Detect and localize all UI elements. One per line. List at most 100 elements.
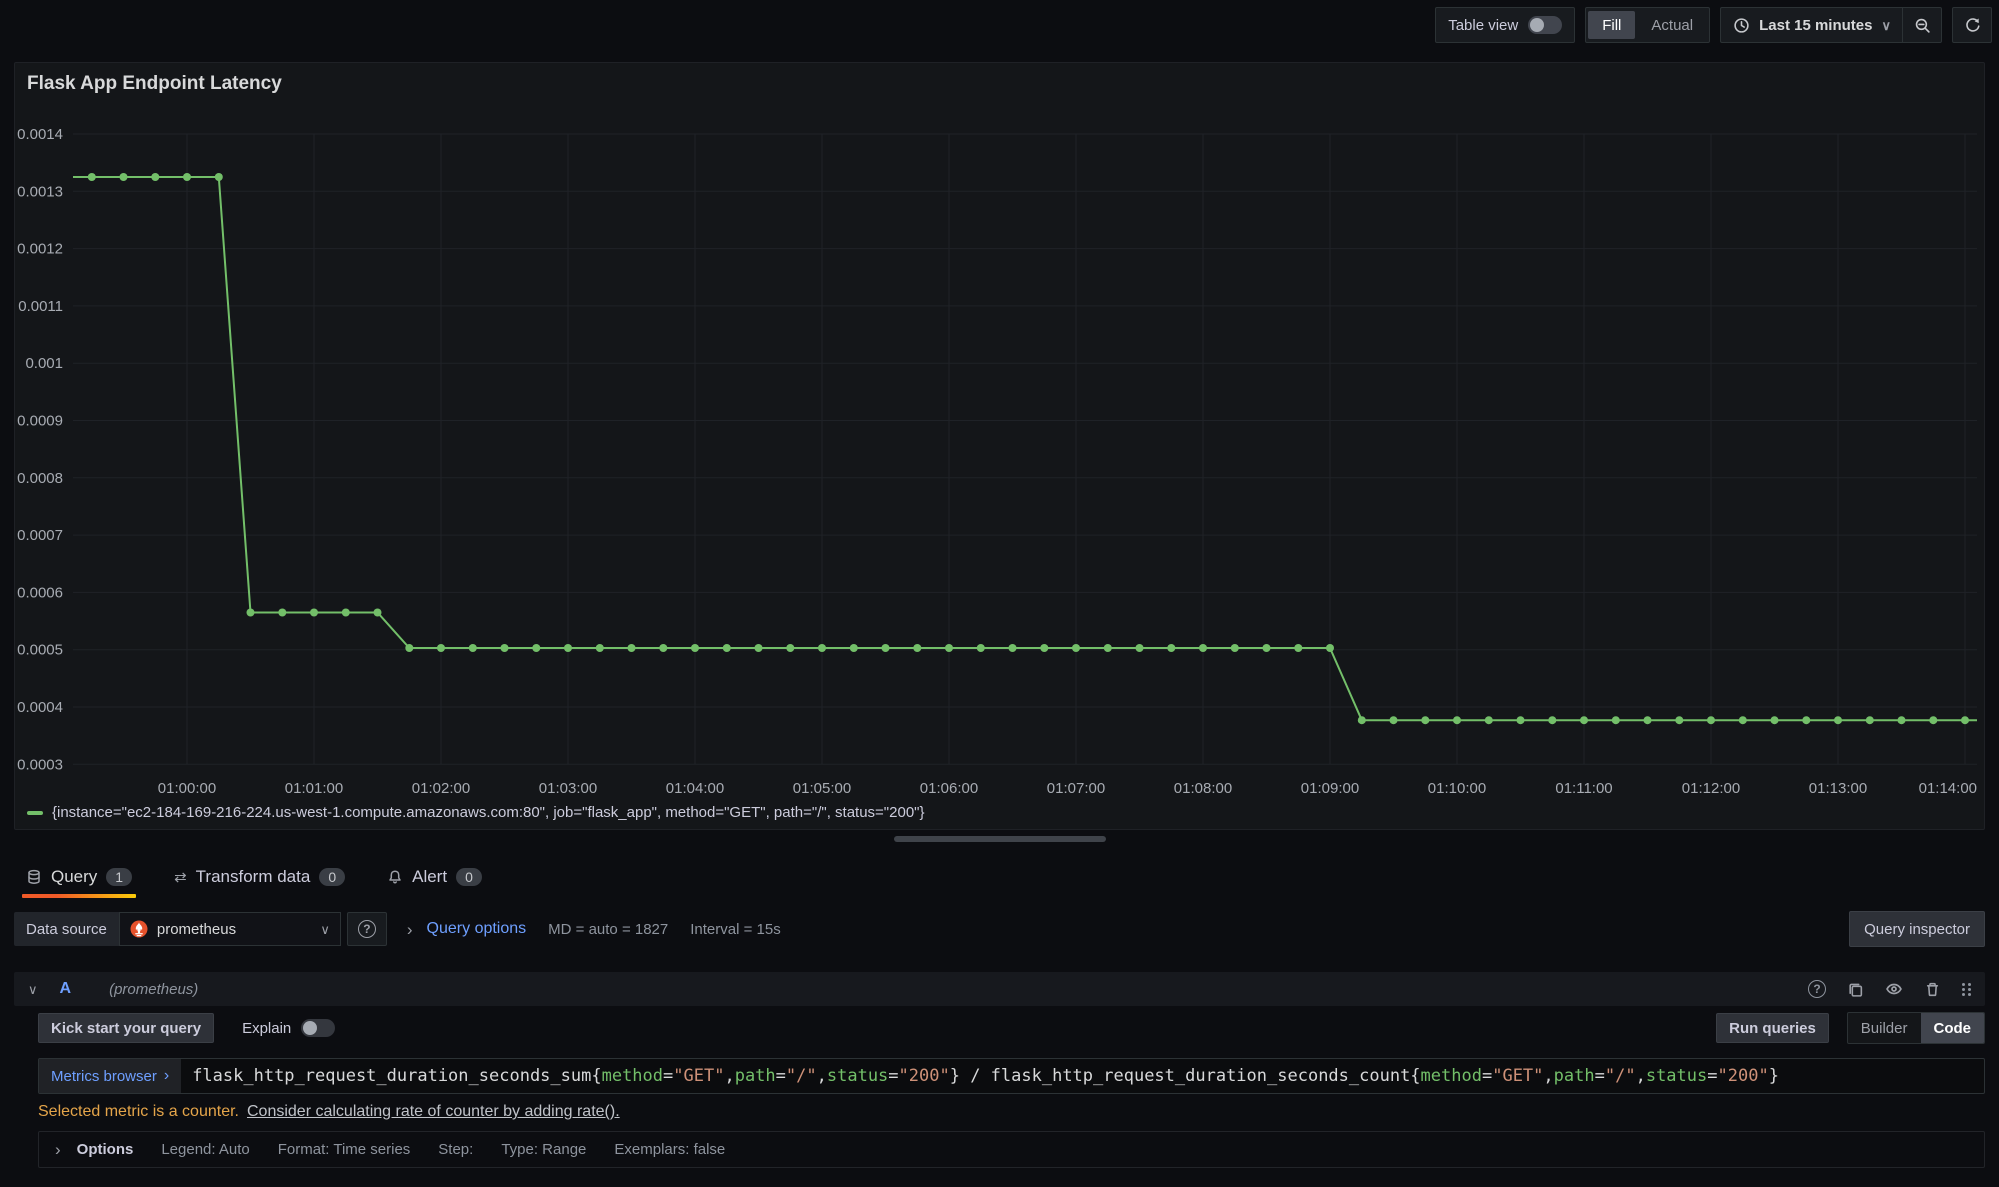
editor-tabs: Query 1 ⇄ Transform data 0 Alert 0 [14, 856, 1985, 898]
metrics-browser-button[interactable]: Metrics browser › [39, 1059, 181, 1093]
code-button[interactable]: Code [1921, 1013, 1985, 1043]
duplicate-query-icon[interactable] [1847, 981, 1864, 998]
svg-text:0.0012: 0.0012 [17, 241, 63, 258]
tab-transform-label: Transform data [196, 867, 311, 887]
timeseries-chart[interactable]: 0.0014 0.0013 0.0012 0.0011 0.001 0.0009 0.000… [15, 101, 1986, 813]
option-summary-item: Legend: Auto [161, 1141, 249, 1158]
tab-query[interactable]: Query 1 [22, 856, 136, 898]
bell-icon [387, 869, 403, 885]
chevron-down-icon: ∨ [1881, 19, 1891, 32]
svg-text:01:06:00: 01:06:00 [920, 780, 978, 797]
query-help-icon[interactable]: ? [1808, 980, 1826, 998]
zoom-out-button[interactable] [1902, 7, 1942, 43]
tab-alert-label: Alert [412, 867, 447, 887]
refresh-button[interactable] [1952, 7, 1992, 43]
legend-series-label: {instance="ec2-184-169-216-224.us-west-1… [52, 804, 925, 821]
svg-text:0.0011: 0.0011 [18, 298, 63, 315]
datasource-label: Data source [14, 912, 119, 946]
query-datasource-hint: (prometheus) [109, 981, 198, 998]
tab-alert-badge: 0 [456, 868, 482, 886]
chevron-right-icon: › [164, 1067, 169, 1085]
svg-text:01:14:00: 01:14:00 [1919, 780, 1977, 797]
chevron-down-icon: ∨ [320, 923, 330, 936]
tab-transform-badge: 0 [319, 868, 345, 886]
help-circle-icon: ? [358, 920, 376, 938]
panel-toolbar: Table view Fill Actual Last 15 minutes ∨ [1435, 7, 1992, 43]
chevron-right-icon: › [55, 1141, 61, 1158]
zoom-out-icon [1914, 17, 1931, 34]
refresh-icon [1964, 17, 1981, 34]
query-options-link[interactable]: Query options [427, 920, 527, 938]
svg-text:0.0004: 0.0004 [17, 699, 63, 716]
query-code-row: Metrics browser › flask_http_request_dur… [38, 1058, 1985, 1094]
tab-alert[interactable]: Alert 0 [383, 856, 486, 898]
svg-text:01:01:00: 01:01:00 [285, 780, 343, 797]
query-row-actions: ? [1808, 980, 1971, 998]
run-queries-button[interactable]: Run queries [1716, 1013, 1829, 1043]
database-icon [26, 869, 42, 885]
builder-code-segmented: Builder Code [1847, 1012, 1985, 1044]
time-range-label: Last 15 minutes [1759, 17, 1872, 34]
option-summary-item: Type: Range [501, 1141, 586, 1158]
datasource-help-button[interactable]: ? [347, 912, 387, 946]
kick-start-query-button[interactable]: Kick start your query [38, 1013, 214, 1043]
explain-control: Explain [242, 1019, 335, 1037]
svg-text:0.0014: 0.0014 [17, 126, 63, 143]
option-summary-item: Format: Time series [278, 1141, 411, 1158]
query-options-row[interactable]: › Options Legend: AutoFormat: Time serie… [38, 1131, 1985, 1168]
explain-label: Explain [242, 1020, 291, 1037]
option-summary-item: Step: [438, 1141, 473, 1158]
query-editor-toolbar: Kick start your query Explain Run querie… [38, 1012, 1985, 1044]
fill-actual-segmented: Fill Actual [1585, 7, 1710, 43]
tab-query-label: Query [51, 867, 97, 887]
time-range-picker[interactable]: Last 15 minutes ∨ [1720, 7, 1903, 43]
collapse-chevron-icon[interactable]: ∨ [28, 983, 38, 996]
svg-text:0.001: 0.001 [25, 355, 63, 372]
query-ref-id[interactable]: A [60, 980, 72, 998]
svg-text:0.0006: 0.0006 [17, 584, 63, 601]
svg-text:0.0009: 0.0009 [17, 413, 63, 430]
tab-query-badge: 1 [106, 868, 132, 886]
grafana-panel-editor: { "toolbar": { "table_view_label": "Tabl… [0, 0, 1999, 1187]
explain-toggle[interactable] [301, 1019, 335, 1037]
add-rate-link[interactable]: Consider calculating rate of counter by … [247, 1103, 620, 1121]
svg-text:01:12:00: 01:12:00 [1682, 780, 1740, 797]
editor-resize-handle[interactable] [894, 836, 1106, 842]
delete-query-icon[interactable] [1924, 981, 1941, 998]
prometheus-icon [130, 920, 148, 938]
clock-icon [1733, 17, 1750, 34]
svg-text:01:03:00: 01:03:00 [539, 780, 597, 797]
svg-text:01:10:00: 01:10:00 [1428, 780, 1486, 797]
datasource-value: prometheus [157, 921, 236, 938]
svg-text:01:13:00: 01:13:00 [1809, 780, 1867, 797]
svg-text:01:00:00: 01:00:00 [158, 780, 216, 797]
chart-panel: Flask App Endpoint Latency 0.00140.00130… [14, 62, 1985, 830]
drag-handle-icon[interactable] [1962, 983, 1971, 996]
svg-text:01:09:00: 01:09:00 [1301, 780, 1359, 797]
table-view-control: Table view [1435, 7, 1575, 43]
svg-text:0.0005: 0.0005 [17, 642, 63, 659]
datasource-select[interactable]: prometheus ∨ [119, 912, 341, 946]
table-view-toggle[interactable] [1528, 16, 1562, 34]
query-inspector-button[interactable]: Query inspector [1849, 911, 1985, 947]
tab-transform-data[interactable]: ⇄ Transform data 0 [170, 856, 349, 898]
table-view-label: Table view [1448, 17, 1518, 34]
svg-text:0.0013: 0.0013 [17, 183, 63, 200]
chevron-right-icon: › [407, 921, 413, 938]
query-expression[interactable]: flask_http_request_duration_seconds_sum{… [181, 1059, 1984, 1093]
toggle-visibility-icon[interactable] [1885, 980, 1903, 998]
options-summary-items: Legend: Auto Format: Time series Step: Type… [161, 1141, 725, 1158]
svg-text:01:04:00: 01:04:00 [666, 780, 724, 797]
svg-text:0.0007: 0.0007 [17, 527, 63, 544]
svg-text:01:05:00: 01:05:00 [793, 780, 851, 797]
legend-series-swatch [27, 811, 43, 815]
warning-text: Selected metric is a counter. [38, 1103, 239, 1121]
transform-icon: ⇄ [174, 868, 187, 886]
option-summary-item: Exemplars: false [614, 1141, 725, 1158]
fill-button[interactable]: Fill [1588, 11, 1635, 39]
builder-button[interactable]: Builder [1848, 1013, 1921, 1043]
svg-text:01:08:00: 01:08:00 [1174, 780, 1232, 797]
svg-text:01:11:00: 01:11:00 [1555, 780, 1612, 797]
chart-legend[interactable]: {instance="ec2-184-169-216-224.us-west-1… [27, 804, 925, 821]
actual-button[interactable]: Actual [1637, 11, 1707, 39]
